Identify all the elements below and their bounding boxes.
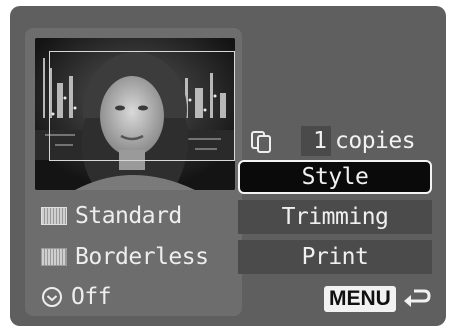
paper-borderless-icon	[41, 248, 67, 266]
print-settings-screen: Standard Borderless Off 1 copies Style T…	[10, 6, 446, 326]
copies-count[interactable]: 1	[301, 126, 331, 156]
paper-standard-icon	[41, 207, 67, 225]
option-label: Standard	[75, 203, 182, 229]
trimming-button[interactable]: Trimming	[238, 200, 432, 234]
date-label: Off	[71, 284, 112, 310]
photo-preview	[35, 38, 235, 190]
date-option: Off	[41, 282, 112, 312]
menu-button[interactable]: MENU	[324, 286, 396, 312]
return-arrow-icon[interactable]	[402, 287, 432, 311]
copies-icon	[251, 131, 271, 153]
print-button[interactable]: Print	[238, 240, 432, 274]
clock-icon	[42, 287, 62, 307]
option-label: Borderless	[75, 244, 209, 270]
copies-control[interactable]: 1 copies	[246, 124, 436, 158]
paper-option-borderless: Borderless	[41, 242, 209, 272]
style-button[interactable]: Style	[238, 160, 432, 194]
paper-option-standard: Standard	[41, 201, 182, 231]
copies-label: copies	[335, 128, 416, 154]
preview-panel: Standard Borderless Off	[25, 28, 242, 316]
